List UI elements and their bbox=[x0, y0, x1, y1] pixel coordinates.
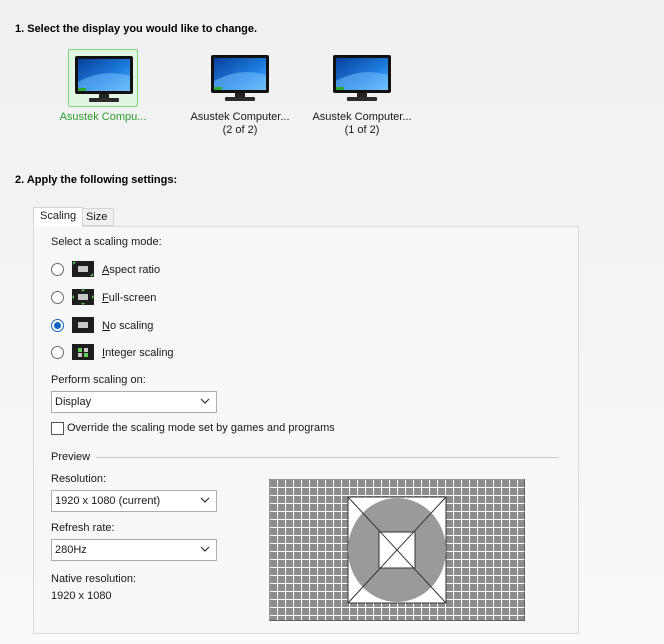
chevron-down-icon bbox=[200, 546, 210, 552]
display-2-monitor-frame[interactable] bbox=[205, 49, 275, 107]
resolution-select[interactable]: 1920 x 1080 (current) bbox=[51, 490, 217, 512]
native-resolution-label: Native resolution: bbox=[51, 573, 136, 585]
mode-label-integer-scaling: Integer scaling bbox=[102, 347, 174, 359]
native-resolution-value: 1920 x 1080 bbox=[51, 590, 112, 602]
radio-aspect-ratio[interactable] bbox=[51, 263, 64, 276]
chevron-down-icon bbox=[200, 497, 210, 503]
perform-scaling-value: Display bbox=[55, 396, 92, 408]
override-label[interactable]: Override the scaling mode set by games a… bbox=[67, 422, 335, 434]
mode-text-full-screen: ull-screen bbox=[108, 292, 157, 304]
preview-label: Preview bbox=[51, 451, 91, 463]
scaling-mode-heading: Select a scaling mode: bbox=[51, 236, 162, 248]
override-checkbox[interactable] bbox=[51, 422, 64, 435]
display-2[interactable]: Asustek Computer... (2 of 2) bbox=[180, 49, 300, 137]
display-1[interactable]: Asustek Compu... bbox=[43, 49, 163, 124]
display-3[interactable]: Asustek Computer... (1 of 2) bbox=[302, 49, 422, 137]
display-3-label: Asustek Computer... bbox=[312, 111, 412, 123]
tab-scaling[interactable]: Scaling bbox=[33, 207, 84, 227]
display-2-sublabel: (2 of 2) bbox=[222, 124, 258, 136]
mode-label-aspect-ratio: Aspect ratio bbox=[102, 264, 160, 276]
scaling-panel: Select a scaling mode: Aspect ratio Full… bbox=[33, 226, 579, 634]
scaling-preview-image bbox=[268, 478, 526, 622]
integer-scaling-icon bbox=[72, 344, 94, 360]
mode-label-full-screen: Full-screen bbox=[102, 292, 156, 304]
perform-scaling-select[interactable]: Display bbox=[51, 391, 217, 413]
tab-size[interactable]: Size bbox=[79, 208, 115, 226]
preview-divider bbox=[96, 457, 559, 458]
radio-full-screen[interactable] bbox=[51, 291, 64, 304]
mode-accel-full-screen: F bbox=[102, 292, 109, 304]
display-1-monitor-frame[interactable] bbox=[68, 49, 138, 107]
display-1-label: Asustek Compu... bbox=[59, 111, 147, 123]
mode-text-aspect-ratio: spect ratio bbox=[109, 264, 161, 276]
refresh-rate-label: Refresh rate: bbox=[51, 522, 115, 534]
refresh-rate-select[interactable]: 280Hz bbox=[51, 539, 217, 561]
mode-accel-no-scaling: N bbox=[102, 320, 110, 332]
resolution-value: 1920 x 1080 (current) bbox=[55, 495, 161, 507]
mode-text-no-scaling: o scaling bbox=[109, 320, 154, 332]
radio-no-scaling[interactable] bbox=[51, 319, 64, 332]
display-2-label: Asustek Computer... bbox=[190, 111, 290, 123]
display-3-sublabel: (1 of 2) bbox=[344, 124, 380, 136]
display-3-monitor-frame[interactable] bbox=[327, 49, 397, 107]
mode-text-integer-scaling: nteger scaling bbox=[105, 347, 174, 359]
refresh-rate-value: 280Hz bbox=[55, 544, 87, 556]
radio-integer-scaling[interactable] bbox=[51, 346, 64, 359]
full-screen-icon bbox=[72, 289, 94, 305]
perform-scaling-label: Perform scaling on: bbox=[51, 374, 146, 386]
monitor-icon bbox=[333, 55, 391, 101]
monitor-icon bbox=[75, 56, 133, 102]
step2-heading: 2. Apply the following settings: bbox=[15, 174, 178, 186]
mode-label-no-scaling: No scaling bbox=[102, 320, 153, 332]
resolution-label: Resolution: bbox=[51, 473, 107, 485]
chevron-down-icon bbox=[200, 398, 210, 404]
no-scaling-icon bbox=[72, 317, 94, 333]
aspect-ratio-icon bbox=[72, 261, 94, 277]
monitor-icon bbox=[211, 55, 269, 101]
step1-heading: 1. Select the display you would like to … bbox=[15, 23, 258, 35]
